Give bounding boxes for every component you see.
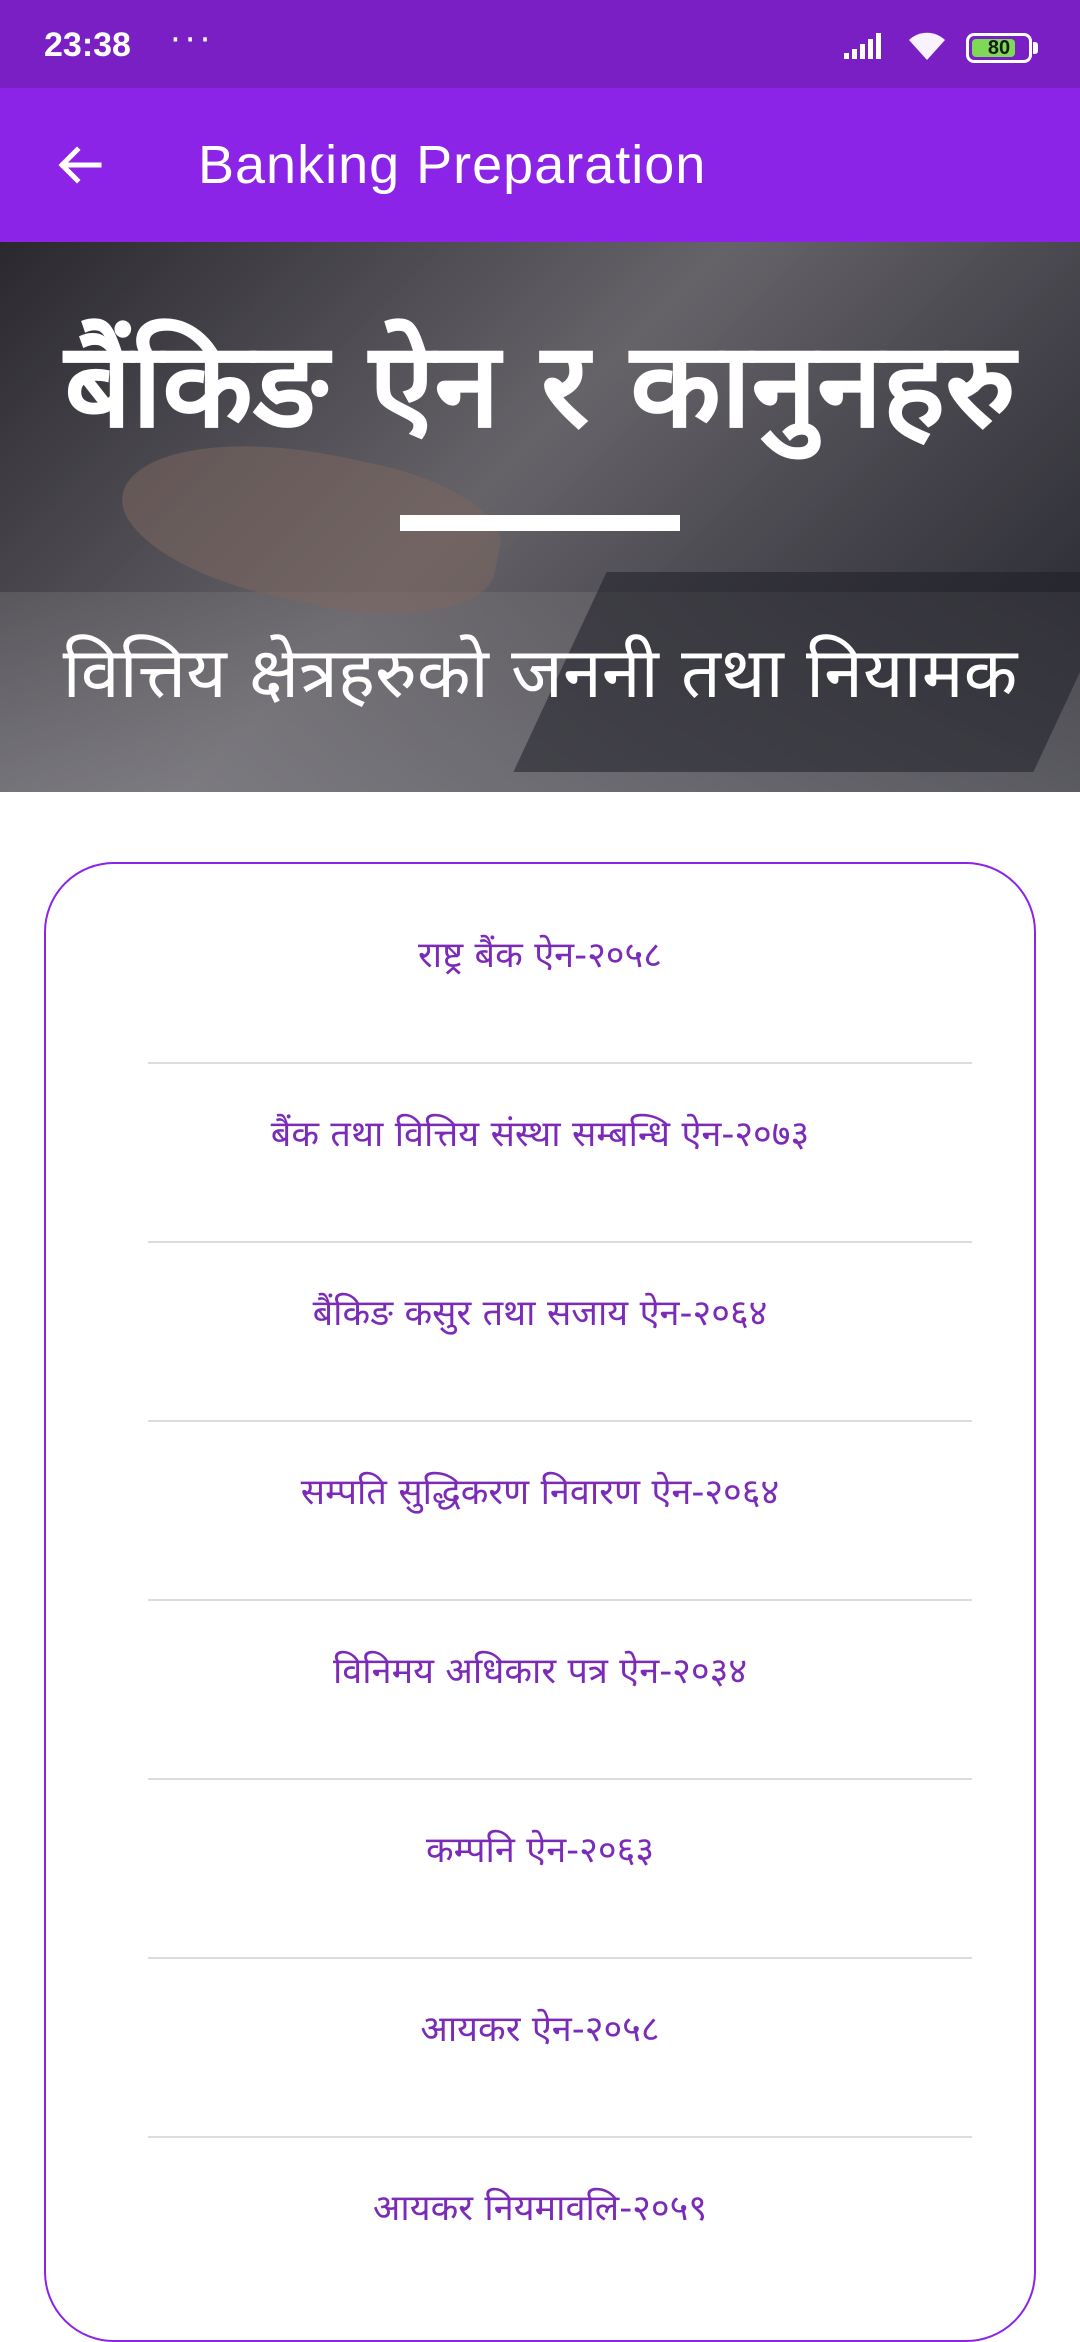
list-item-act-1[interactable]: राष्ट्र बैंक ऐन-२०५८ — [46, 864, 1034, 1043]
battery-percent: 80 — [987, 37, 1011, 59]
battery-icon: 80 — [966, 33, 1032, 63]
app-title: Banking Preparation — [198, 135, 707, 195]
battery-nub — [1033, 42, 1038, 54]
list-item-act-3[interactable]: बैंकिङ कसुर तथा सजाय ऐन-२०६४ — [46, 1222, 1034, 1401]
status-bar: 23:38 ··· 80 — [0, 0, 1080, 88]
wifi-icon — [906, 30, 948, 66]
back-button[interactable] — [40, 125, 120, 205]
list-item-act-4[interactable]: सम्पति सुद्धिकरण निवारण ऐन-२०६४ — [46, 1401, 1034, 1580]
list-item-act-2[interactable]: बैंक तथा वित्तिय संस्था सम्बन्धि ऐन-२०७३ — [46, 1043, 1034, 1222]
status-icons: 80 — [844, 30, 1038, 66]
signal-icon — [844, 31, 888, 65]
hero-subtitle: वित्तिय क्षेत्रहरुको जननी तथा नियामक — [62, 632, 1018, 714]
hero-divider — [400, 515, 680, 531]
status-time: 23:38 — [44, 26, 131, 64]
notification-dots: ··· — [170, 20, 215, 60]
list-item-act-6[interactable]: कम्पनि ऐन-२०६३ — [46, 1759, 1034, 1938]
list-item-act-8[interactable]: आयकर नियमावलि-२०५९ — [46, 2117, 1034, 2296]
acts-list-card: राष्ट्र बैंक ऐन-२०५८ बैंक तथा वित्तिय सं… — [44, 862, 1036, 2342]
list-item-act-5[interactable]: विनिमय अधिकार पत्र ऐन-२०३४ — [46, 1580, 1034, 1759]
app-bar: Banking Preparation — [0, 88, 1080, 242]
list-item-act-7[interactable]: आयकर ऐन-२०५८ — [46, 1938, 1034, 2117]
hero-title: बैंकिङ ऐन र कानुनहरु — [64, 316, 1016, 454]
hero-banner: बैंकिङ ऐन र कानुनहरु वित्तिय क्षेत्रहरुक… — [0, 242, 1080, 792]
arrow-left-icon — [58, 146, 102, 184]
